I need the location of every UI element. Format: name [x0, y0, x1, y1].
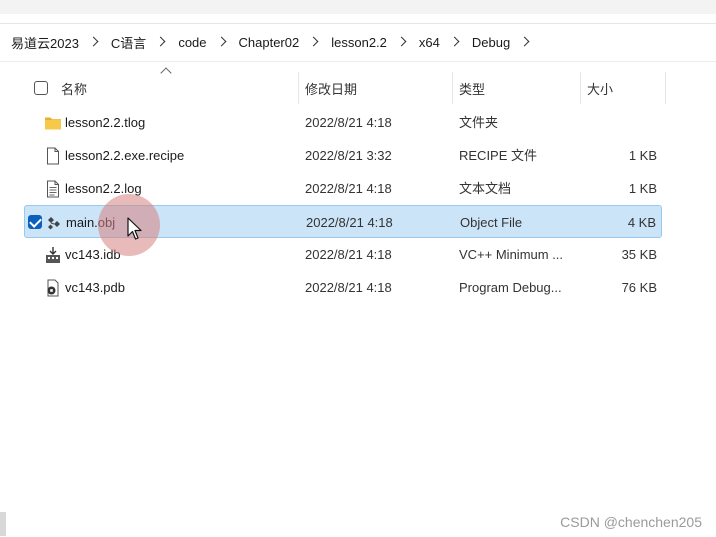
file-type: VC++ Minimum ...: [459, 247, 564, 262]
column-header-name[interactable]: 名称: [61, 72, 297, 104]
file-row[interactable]: vc143.idb 2022/8/21 4:18 VC++ Minimum ..…: [24, 238, 662, 271]
folder-icon: [45, 117, 61, 130]
file-size: 1 KB: [628, 148, 657, 163]
file-name: vc143.pdb: [65, 280, 125, 295]
breadcrumb-item-yidaoyun[interactable]: 易道云2023: [10, 30, 80, 54]
column-resize-handle[interactable]: [665, 72, 666, 104]
breadcrumb-item-lesson2-2[interactable]: lesson2.2: [330, 30, 388, 54]
chevron-right-icon[interactable]: [306, 30, 324, 54]
divider: [0, 61, 716, 62]
idb-file-icon: [46, 247, 60, 263]
row-checkbox[interactable]: [28, 215, 42, 229]
file-list: lesson2.2.tlog 2022/8/21 4:18 文件夹 lesson…: [24, 106, 662, 304]
file-size: 1 KB: [628, 181, 657, 196]
chevron-right-icon[interactable]: [214, 30, 232, 54]
file-name: lesson2.2.log: [65, 181, 142, 196]
window-top-strip: [0, 0, 716, 14]
column-header: 名称 修改日期 类型 大小: [24, 67, 666, 104]
object-file-icon: [48, 217, 60, 230]
file-date: 2022/8/21 4:18: [305, 247, 392, 262]
file-row[interactable]: lesson2.2.exe.recipe 2022/8/21 3:32 RECI…: [24, 139, 662, 172]
file-date: 2022/8/21 3:32: [305, 148, 392, 163]
file-row-selected[interactable]: main.obj 2022/8/21 4:18 Object File 4 KB: [24, 205, 662, 238]
breadcrumb-item-code[interactable]: code: [177, 30, 207, 54]
file-name: main.obj: [66, 215, 116, 230]
file-type: RECIPE 文件: [459, 148, 538, 163]
file-date: 2022/8/21 4:18: [306, 215, 393, 230]
text-file-icon: [47, 180, 59, 198]
file-size: 76 KB: [621, 280, 657, 295]
select-all-checkbox[interactable]: [34, 81, 48, 95]
watermark: CSDN @chenchen205: [560, 514, 702, 530]
column-resize-handle[interactable]: [580, 72, 581, 104]
file-date: 2022/8/21 4:18: [305, 181, 392, 196]
scrollbar[interactable]: [0, 512, 6, 536]
breadcrumb-item-debug[interactable]: Debug: [471, 30, 511, 54]
chevron-right-icon[interactable]: [86, 30, 104, 54]
breadcrumb-item-c-language[interactable]: C语言: [110, 30, 147, 54]
file-type: 文本文档: [459, 181, 512, 196]
file-row[interactable]: lesson2.2.log 2022/8/21 4:18 文本文档 1 KB: [24, 172, 662, 205]
chevron-right-icon[interactable]: [447, 30, 465, 54]
file-date: 2022/8/21 4:18: [305, 115, 392, 130]
breadcrumb-item-chapter02[interactable]: Chapter02: [238, 30, 301, 54]
column-header-modified[interactable]: 修改日期: [305, 72, 451, 104]
file-row[interactable]: vc143.pdb 2022/8/21 4:18 Program Debug..…: [24, 271, 662, 304]
breadcrumb-item-x64[interactable]: x64: [418, 30, 441, 54]
file-size: 4 KB: [627, 215, 656, 230]
column-header-size[interactable]: 大小: [587, 72, 663, 104]
chevron-right-icon[interactable]: [153, 30, 171, 54]
file-name: lesson2.2.tlog: [65, 115, 146, 130]
file-type: 文件夹: [459, 115, 499, 130]
file-row[interactable]: lesson2.2.tlog 2022/8/21 4:18 文件夹: [24, 106, 662, 139]
chevron-right-icon[interactable]: [394, 30, 412, 54]
pdb-file-icon: [47, 279, 59, 297]
file-type: Program Debug...: [459, 280, 562, 295]
file-date: 2022/8/21 4:18: [305, 280, 392, 295]
column-resize-handle[interactable]: [452, 72, 453, 104]
chevron-right-icon[interactable]: [517, 30, 535, 54]
file-icon: [47, 147, 59, 165]
column-header-type[interactable]: 类型: [459, 72, 579, 104]
file-name: lesson2.2.exe.recipe: [65, 148, 185, 163]
file-type: Object File: [460, 215, 523, 230]
file-name: vc143.idb: [65, 247, 121, 262]
breadcrumb: 易道云2023 C语言 code Chapter02 lesson2.2 x64…: [0, 24, 716, 60]
file-size: 35 KB: [621, 247, 657, 262]
column-resize-handle[interactable]: [298, 72, 299, 104]
